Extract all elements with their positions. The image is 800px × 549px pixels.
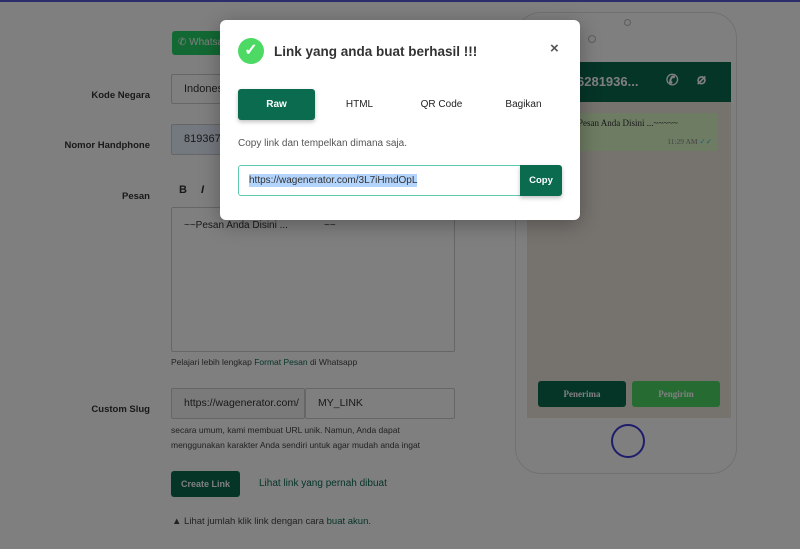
copy-button[interactable]: Copy (520, 165, 562, 196)
modal-description: Copy link dan tempelkan dimana saja. (238, 138, 407, 149)
tab-qr-code[interactable]: QR Code (403, 89, 480, 120)
modal-title: Link yang anda buat berhasil !!! (274, 44, 478, 59)
tab-raw[interactable]: Raw (238, 89, 315, 120)
close-icon[interactable]: × (550, 40, 559, 57)
generated-url-text: https://wagenerator.com/3L7iHmdOpL (249, 174, 418, 187)
success-check-icon: ✓ (238, 38, 264, 64)
tab-share[interactable]: Bagikan (485, 89, 562, 120)
generated-url-input[interactable]: https://wagenerator.com/3L7iHmdOpL (238, 165, 521, 196)
tab-html[interactable]: HTML (321, 89, 398, 120)
